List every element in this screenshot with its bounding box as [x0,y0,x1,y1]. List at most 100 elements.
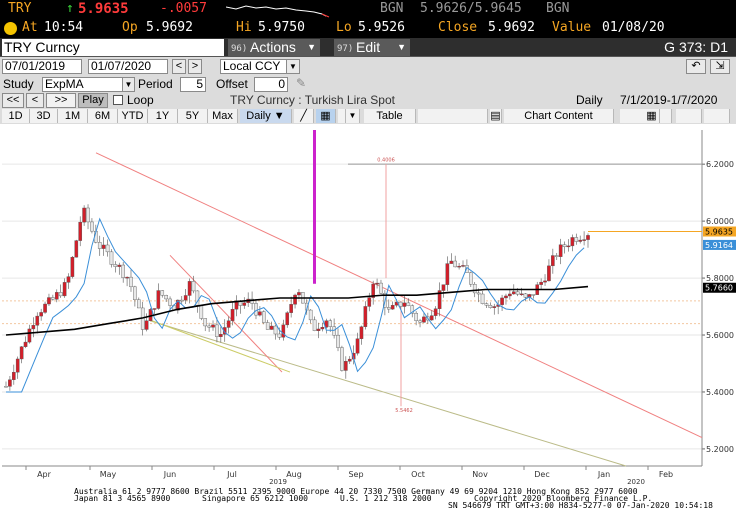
end-date-input[interactable]: 01/07/2020 [88,59,168,74]
candle-body [39,312,43,317]
period-5y-button[interactable]: 5Y [178,109,208,123]
candle-body [35,315,40,326]
candle-body [97,242,102,249]
title-bar: TRY Curncy 96) Actions ▼ 97) Edit ▼ G 37… [0,38,736,57]
candle-body [418,320,422,323]
actions-menu-label: Actions [250,39,296,55]
footer-japan: Japan 81 3 4565 8900 [74,494,171,503]
candle-body [58,292,63,297]
candle-body [199,304,204,319]
candle-body [137,299,141,309]
expand-icon[interactable]: ⇲ [710,59,730,74]
pencil-icon[interactable]: ✎ [296,76,306,90]
candle-body [578,239,582,242]
candle-body [340,347,344,371]
rewind-button[interactable]: << [2,93,24,108]
chevron-down-icon: ▼ [397,42,406,52]
edit-menu-label: Edit [356,39,381,55]
candle-chart-icon[interactable]: ▦ [316,109,336,123]
candle-body [121,264,125,278]
candle-body [332,326,336,336]
close-label: Close [438,20,478,35]
step-back-button[interactable]: < [26,93,44,108]
y-tick-label: 5.4000 [706,388,734,397]
channel-lower [149,320,627,467]
loop-checkbox[interactable] [113,95,123,105]
period-1m-button[interactable]: 1M [58,109,88,123]
actions-menu[interactable]: 96) Actions ▼ [228,39,320,56]
table-button[interactable]: Table [364,109,416,123]
value-label: Value [552,20,592,35]
candle-body [539,281,543,285]
spacer-button-4 [704,109,730,123]
candle-body [47,297,51,305]
bid-ask: 5.9626/5.9645 [420,1,522,16]
close-value: 5.9692 [488,20,535,35]
date-toolbar: 07/01/2019 01/07/2020 < > Local CCY ▼ ↶ … [0,57,736,76]
start-date-input[interactable]: 07/01/2019 [2,59,82,74]
prev-period-button[interactable]: < [172,59,186,74]
period-ytd-button[interactable]: YTD [118,109,148,123]
candle-body [328,320,333,327]
period-6m-button[interactable]: 6M [88,109,118,123]
candle-body [554,255,559,257]
candle-body [379,282,383,294]
candle-body [156,290,161,309]
open-value: 5.9692 [146,20,193,35]
price-tag-label: 5.7660 [705,284,733,293]
price-chart[interactable]: 6.2000 6.0000 5.8000 5.6000 5.4000 5.2000 Apr M… [0,124,736,484]
candle-body [265,322,270,330]
candle-body [23,341,28,347]
next-period-button[interactable]: > [188,59,202,74]
chart-svg[interactable]: 6.2000 6.0000 5.8000 5.6000 5.4000 5.2000 Apr M… [0,124,736,484]
candle-body [344,361,348,371]
candle-body [101,244,106,249]
frequency-select[interactable]: Daily ▼ [240,109,292,123]
grid-icon[interactable]: ▦ [644,109,660,123]
candle-body [472,284,477,294]
chart-content-icon[interactable]: ▤ [490,109,502,123]
x-tick-label: May [100,470,117,479]
x-tick-label: Apr [37,470,52,479]
candle-body [285,312,290,326]
chevron-down-icon[interactable]: ▼ [122,77,135,92]
period-max-button[interactable]: Max [208,109,238,123]
play-button[interactable]: Play [78,93,108,108]
candle-body [62,282,67,297]
candle-body [461,265,465,267]
open-label: Op [122,20,138,35]
period-1y-button[interactable]: 1Y [148,109,178,123]
period-3d-button[interactable]: 3D [30,109,58,123]
draw-tools-icon[interactable] [338,109,346,123]
chevron-down-icon[interactable]: ▼ [346,109,360,123]
candle-body [152,308,157,310]
candle-body [281,324,286,338]
offset-input[interactable]: 0 [254,77,288,92]
period-1d-button[interactable]: 1D [2,109,30,123]
candle-body [230,308,235,321]
candle-body [125,276,129,279]
undo-icon[interactable]: ↶ [686,59,706,74]
ohlc-bar: At 10:54 Op 5.9692 Hi 5.9750 Lo 5.9526 C… [0,19,736,38]
edit-menu[interactable]: 97) Edit ▼ [334,39,410,56]
candle-body [336,334,340,348]
line-chart-icon[interactable]: ╱ [294,109,314,123]
study-select[interactable]: ExpMA [42,77,124,92]
currency-select[interactable]: Local CCY [220,59,288,74]
candle-body [187,281,192,296]
candle-body [570,237,575,247]
candle-body [363,306,368,327]
chevron-down-icon[interactable]: ▼ [286,59,300,74]
candle-body [574,237,579,242]
chart-content-button[interactable]: Chart Content [504,109,614,123]
period-input[interactable]: 5 [180,77,206,92]
x-tick-label: Nov [472,470,488,479]
candle-body [164,295,168,300]
security-field[interactable]: TRY Curncy [2,39,224,56]
candle-body [566,245,571,248]
candle-body [144,320,149,330]
candle-body [226,320,231,328]
fast-forward-button[interactable]: >> [46,93,76,108]
candle-body [511,291,516,295]
candle-body [429,315,434,321]
